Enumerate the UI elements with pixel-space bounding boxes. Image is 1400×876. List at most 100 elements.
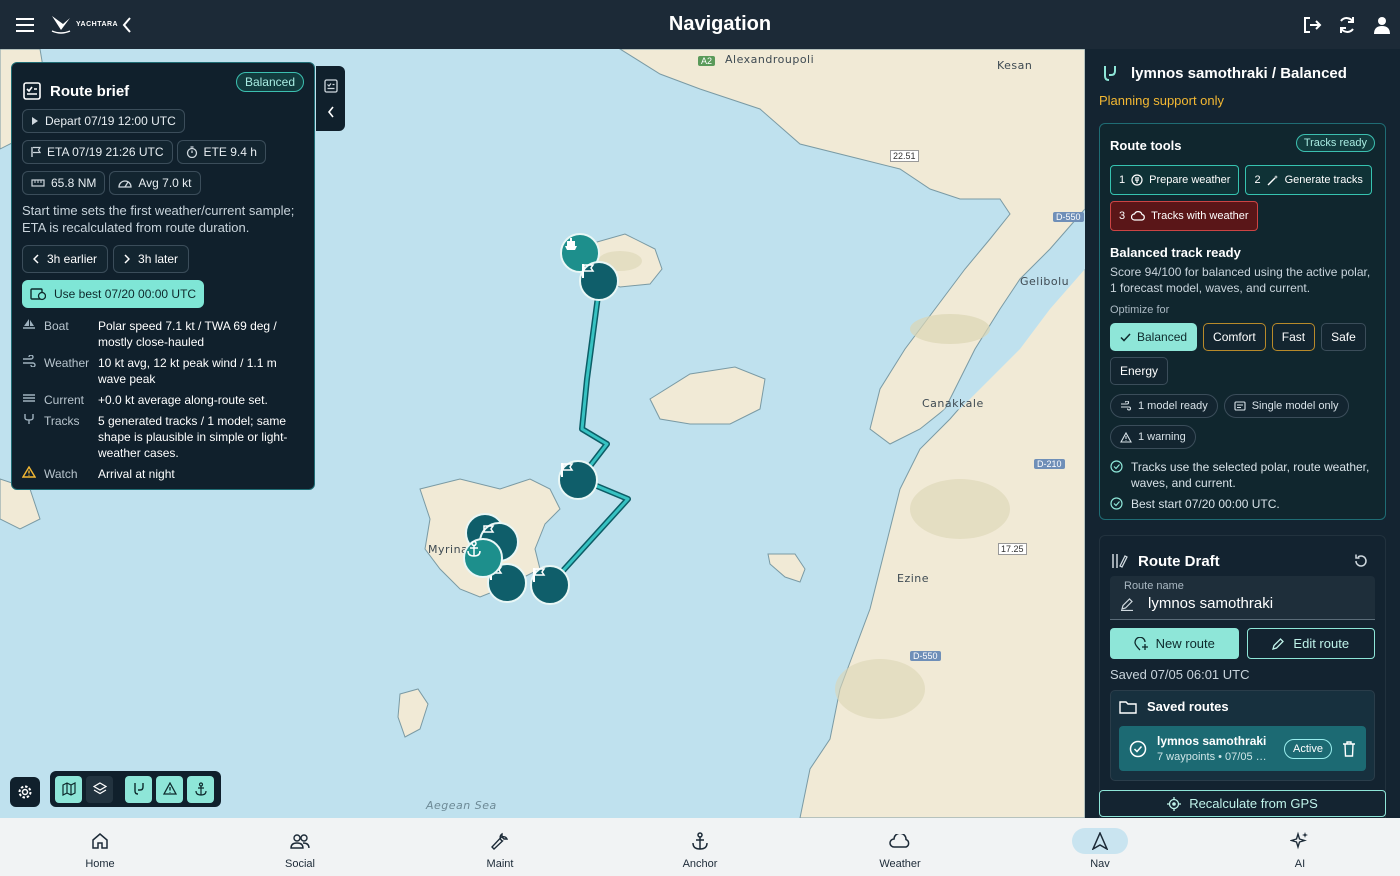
map-icon [61,782,76,796]
gear-icon [18,785,32,799]
pencil-icon [1121,598,1133,611]
use-best-button[interactable]: Use best 07/20 00:00 UTC [22,280,205,308]
trash-icon[interactable] [1342,740,1356,757]
back-icon[interactable] [114,12,140,38]
nav-nav[interactable]: Nav [1000,818,1200,876]
route-tool-button[interactable] [125,775,152,803]
fork-icon [24,414,34,424]
route-brief-badge: Balanced [235,72,304,92]
wrench-icon [491,832,509,850]
app-logo: YACHTARA [50,14,118,34]
prepare-weather-button[interactable]: 1 Prepare weather [1110,165,1240,195]
anchor-tool-button[interactable] [187,775,214,803]
nav-weather[interactable]: Weather [800,818,1000,876]
track-score-text: Score 94/100 for balanced using the acti… [1110,265,1371,295]
reset-icon[interactable] [1353,553,1369,569]
edit-route-button[interactable]: Edit route [1246,628,1375,659]
chevron-right-icon [124,254,131,264]
nav-ai[interactable]: AI [1200,818,1400,876]
logout-icon[interactable] [1299,12,1325,38]
optimize-safe-button[interactable]: Safe [1321,323,1366,351]
map-tools [50,771,221,807]
eta-chip: ETA 07/19 21:26 UTC [22,140,173,164]
check-best-start-row: Best start 07/20 00:00 UTC. [1110,496,1375,512]
warning-count-chip[interactable]: 1 warning [1110,425,1196,449]
model-ready-chip: 1 model ready [1110,394,1218,418]
boat-key: Boat [44,319,69,333]
hazard-tool-button[interactable] [156,775,183,803]
nav-social[interactable]: Social [200,818,400,876]
ete-text: ETE 9.4 h [203,145,257,159]
recalculate-gps-button[interactable]: Recalculate from GPS [1099,790,1386,817]
nav-home-label: Home [85,858,115,870]
edit-route-icon [1112,554,1128,568]
waypoint-marker-2[interactable] [558,460,598,500]
anchor-icon [194,782,207,796]
waypoint-marker-anchor[interactable] [463,538,503,578]
ferry-icon [565,238,577,250]
anchor-icon [467,540,481,557]
map-layer-button[interactable] [55,775,82,803]
optimize-label: Optimize for [1110,304,1170,316]
layers-button[interactable] [86,775,113,803]
map-settings-button[interactable] [10,777,40,807]
earlier-button[interactable]: 3h earlier [22,245,109,273]
nav-home[interactable]: Home [0,818,200,876]
distance-chip: 65.8 NM [22,171,106,195]
cloud-icon [1131,211,1145,221]
eta-text: ETA 07/19 21:26 UTC [47,145,164,159]
optimize-energy-button[interactable]: Energy [1110,357,1169,385]
generate-tracks-label: Generate tracks [1284,174,1363,186]
waves-icon [23,394,35,402]
avg-speed-chip: Avg 7.0 kt [109,171,201,195]
new-route-button[interactable]: New route [1110,628,1239,659]
route-name-field[interactable]: Route name lymnos samothraki [1110,576,1375,620]
people-icon [290,834,310,849]
route-draft-card: Route Draft Route name lymnos samothraki… [1099,535,1386,818]
waypoint-marker-1[interactable] [579,261,619,301]
weather-key: Weather [44,356,90,370]
step-2-number: 2 [1254,174,1261,186]
account-icon[interactable] [1369,12,1395,38]
nav-maint-label: Maint [486,858,514,870]
navigation-arrow-icon [1092,832,1108,850]
wind-icon [1121,401,1132,411]
avg-speed-text: Avg 7.0 kt [138,176,192,190]
menu-icon[interactable] [12,12,38,38]
brief-row-weather: Weather 10 kt avg, 12 kt peak wind / 1.1… [22,355,304,387]
route-tools-card: Route tools Tracks ready 1 Prepare weath… [1099,123,1386,520]
optimize-comfort-button[interactable]: Comfort [1203,323,1266,351]
check-circle-icon [1110,497,1123,510]
sail-logo-icon [51,16,71,34]
current-key: Current [44,393,85,407]
boat-value: Polar speed 7.1 kt / TWA 69 deg / mostly… [98,319,277,349]
later-button[interactable]: 3h later [113,245,190,273]
check-circle-icon [1110,460,1123,473]
single-model-label: Single model only [1251,400,1339,412]
saved-route-item[interactable]: lymnos samothraki 7 waypoints • 07/05 06… [1119,726,1366,771]
depart-text: Depart 07/19 12:00 UTC [45,114,176,128]
depart-chip[interactable]: Depart 07/19 12:00 UTC [22,109,185,133]
road-marker-1725: 17.25 [998,543,1027,555]
tracks-key: Tracks [44,414,80,428]
road-marker-2251: 22.51 [890,150,919,162]
tracks-status-badge: Tracks ready [1295,134,1375,152]
nav-anchor[interactable]: Anchor [600,818,800,876]
checklist-icon [323,79,338,93]
check-icon [1120,332,1131,342]
flag-icon [31,146,41,157]
tracks-with-weather-button[interactable]: 3 Tracks with weather [1110,201,1258,231]
road-sign-a2: A2 [698,56,716,66]
ete-chip: ETE 9.4 h [176,140,266,164]
waypoint-marker-6[interactable] [530,565,570,605]
nav-maint[interactable]: Maint [400,818,600,876]
sync-icon[interactable] [1334,12,1360,38]
weather-check-icon [1131,174,1143,186]
optimize-balanced-button[interactable]: Balanced [1110,323,1198,351]
optimize-fast-button[interactable]: Fast [1271,323,1316,351]
brief-toggle[interactable] [316,66,345,131]
saved-route-name: lymnos samothraki [1157,734,1267,748]
map-label-gelibolu: Gelibolu [1020,275,1070,288]
generate-tracks-button[interactable]: 2 Generate tracks [1245,165,1372,195]
gps-icon [1167,796,1182,811]
